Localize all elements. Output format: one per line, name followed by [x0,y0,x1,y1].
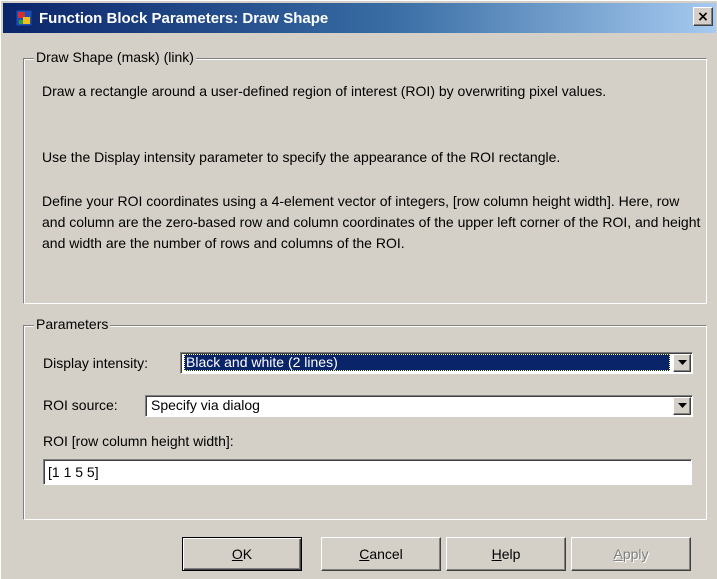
description-paragraph-1: Draw a rectangle around a user-defined r… [42,83,607,99]
cancel-button[interactable]: Cancel [321,537,441,571]
roi-source-value: Specify via dialog [151,397,260,413]
roi-source-dropdown-button[interactable] [673,397,691,415]
apply-label-rest: pply [622,546,649,562]
ok-mnemonic: O [231,546,243,562]
chevron-down-icon [677,360,687,365]
display-intensity-dropdown-button[interactable] [673,354,691,372]
display-intensity-value: Black and white (2 lines) [184,354,670,371]
help-mnemonic: H [491,546,502,562]
roi-label: ROI [row column height width]: [43,433,234,449]
apply-button[interactable]: Apply [571,537,691,571]
parameters-legend: Parameters [34,316,111,332]
description-paragraph-3: Define your ROI coordinates using a 4-el… [42,193,701,251]
dialog-window: Function Block Parameters: Draw Shape × … [0,0,717,579]
description-paragraph-2: Use the Display intensity parameter to s… [42,149,561,165]
display-intensity-select[interactable]: Black and white (2 lines) [180,352,693,374]
cancel-label-rest: ancel [369,546,403,562]
window-title: Function Block Parameters: Draw Shape [39,9,329,27]
chevron-down-icon [677,403,687,408]
close-button[interactable]: × [693,7,713,26]
display-intensity-label: Display intensity: [43,355,149,371]
cancel-mnemonic: C [359,546,370,562]
close-icon: × [697,8,709,25]
help-label-rest: elp [501,546,521,562]
description-legend: Draw Shape (mask) (link) [34,49,196,65]
simulink-block-icon [15,9,33,27]
apply-mnemonic: A [613,546,623,562]
ok-label-rest: K [242,546,253,562]
roi-input[interactable] [43,459,692,485]
ok-button[interactable]: OK [182,537,302,571]
title-bar[interactable]: Function Block Parameters: Draw Shape × [3,3,716,33]
help-button[interactable]: Help [446,537,566,571]
roi-source-select[interactable]: Specify via dialog [145,395,693,417]
roi-source-label: ROI source: [43,397,118,413]
